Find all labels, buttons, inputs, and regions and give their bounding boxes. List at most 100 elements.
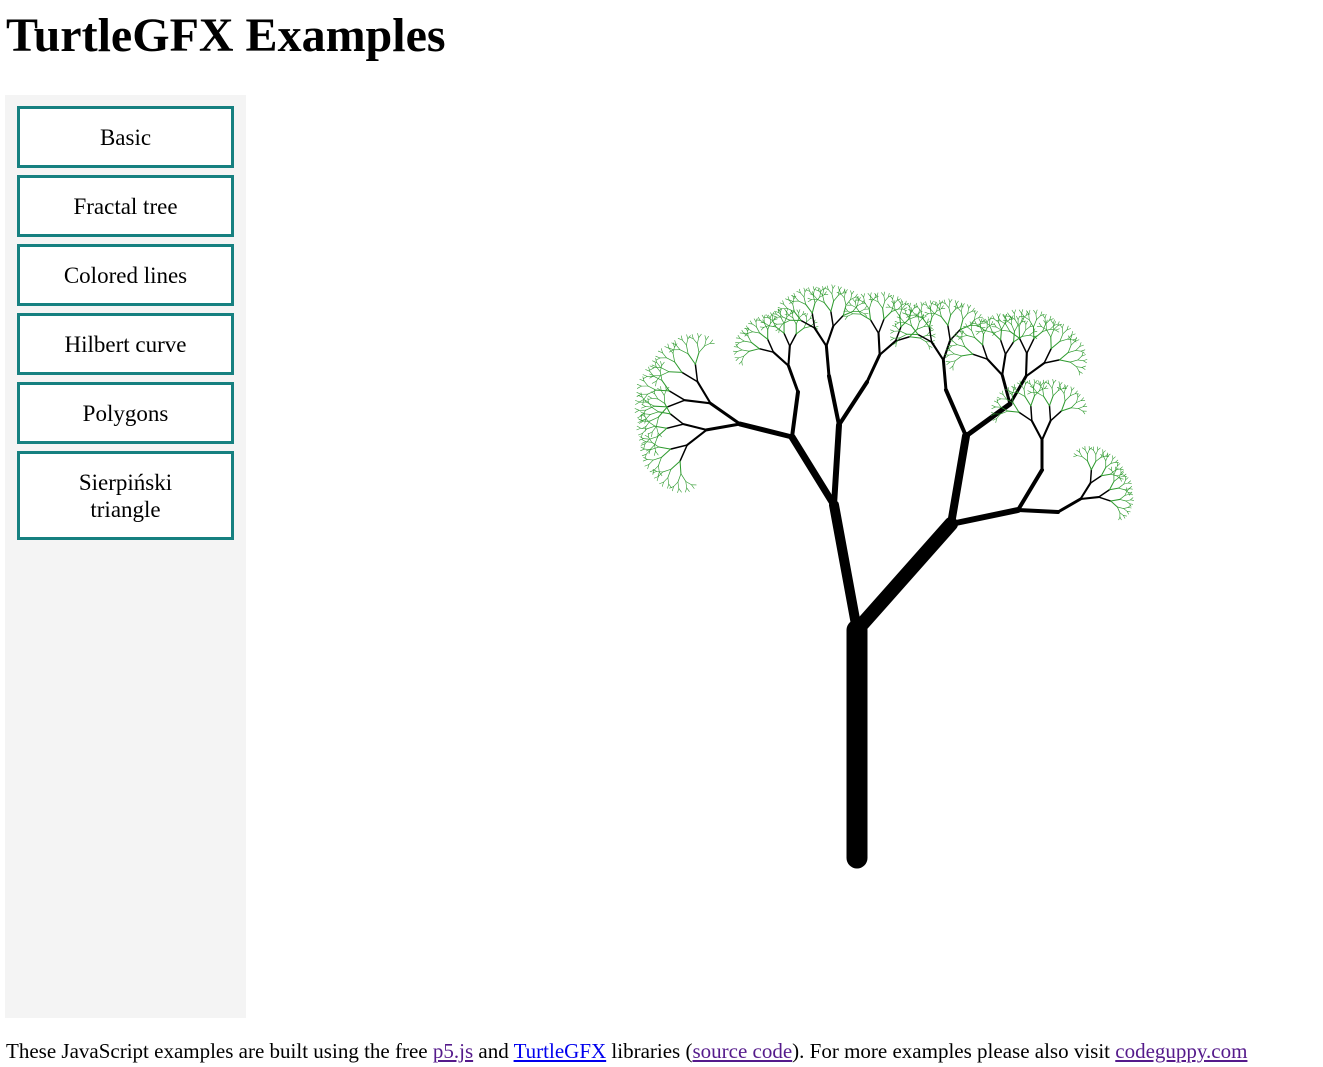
tree-leaf [1055,328,1060,331]
tree-leaf [747,335,752,343]
tree-leaf [755,326,761,334]
tree-leaf [659,365,662,373]
tree-leaf [761,314,765,319]
tree-leaf [882,307,885,320]
tree-leaf [1000,329,1011,332]
tree-branch [830,310,834,327]
tree-leaf [968,304,972,309]
tree-leaf [1076,366,1083,368]
tree-leaf [1025,320,1028,325]
tree-leaf [864,305,867,310]
tree-leaf [1080,397,1084,401]
colored-lines-button-label: Colored lines [63,262,188,288]
tree-leaf [1014,324,1019,332]
fractal-tree-button[interactable]: Fractal tree [17,175,234,237]
tree-branch [1097,489,1111,498]
tree-leaf [660,448,672,458]
tree-leaf [893,300,896,305]
tree-leaf [962,331,968,336]
tree-leaf [1119,516,1122,521]
sierpinski-triangle-button[interactable]: Sierpiński triangle [17,451,234,540]
tree-leaf [855,302,857,309]
tree-leaf [995,329,1002,333]
tree-leaf [903,307,908,310]
colored-lines-button[interactable]: Colored lines [17,244,234,306]
tree-branch [1030,405,1033,422]
tree-leaf [661,361,665,366]
tree-leaf [884,296,889,302]
tree-leaf [1035,309,1038,315]
source-code-link[interactable]: source code [692,1039,792,1063]
tree-leaf [1052,319,1055,324]
basic-button-label: Basic [99,124,152,150]
tree-leaf [748,348,760,352]
tree-branch [783,332,791,347]
tree-leaf [804,313,807,318]
tree-leaf [847,313,854,317]
tree-leaf [1053,325,1059,330]
tree-leaf [1081,367,1086,370]
tree-leaf [1075,350,1082,352]
tree-branch [865,353,882,384]
tree-leaf [1021,312,1025,318]
tree-leaf [637,385,642,389]
tree-branch [686,428,708,447]
tree-branch [944,388,968,438]
tree-leaf [661,379,670,392]
tree-leaf [996,398,1002,401]
tree-leaf [945,360,951,363]
p5js-link[interactable]: p5.js [433,1039,473,1063]
tree-leaf [675,344,681,350]
tree-leaf [1078,406,1084,409]
tree-leaf [1017,315,1021,320]
tree-leaf [900,318,909,328]
tree-leaf [1077,359,1084,362]
tree-branch [827,374,841,427]
tree-leaf [652,457,662,461]
tree-branch [999,339,1007,356]
tree-leaf [1061,327,1064,335]
footer-text-1: These JavaScript examples are built usin… [6,1039,433,1063]
tree-leaf [677,488,680,494]
tree-leaf [904,322,912,327]
tree-leaf [822,289,824,296]
tree-branch [1089,468,1093,484]
tree-leaf [1069,359,1079,363]
tree-branch [696,380,712,405]
tree-leaf [656,426,659,434]
tree-leaf [647,385,657,391]
codeguppy-link[interactable]: codeguppy.com [1115,1039,1247,1063]
tree-leaf [948,298,951,303]
tree-leaf [1117,463,1121,467]
tree-leaf [1011,324,1015,332]
tree-leaf [667,468,672,479]
tree-leaf [1127,504,1131,508]
tree-leaf [924,311,929,314]
tree-leaf [1081,447,1086,451]
tree-leaf [635,401,640,405]
tree-branch [1056,497,1083,514]
tree-leaf [949,299,953,303]
tree-leaf [1084,449,1088,455]
tree-leaf [679,349,689,355]
basic-button[interactable]: Basic [17,106,234,168]
tree-leaf [1007,410,1020,413]
polygons-button[interactable]: Polygons [17,382,234,444]
tree-leaf [1064,395,1071,402]
tree-leaf [838,286,842,291]
tree-branch [786,364,800,394]
tree-leaf [647,397,653,401]
hilbert-curve-button[interactable]: Hilbert curve [17,313,234,375]
tree-leaf [1043,379,1045,385]
tree-leaf [697,333,699,338]
tree-leaf [685,481,687,489]
tree-leaf [925,341,930,347]
tree-branch [1004,341,1015,356]
tree-leaf [900,318,905,323]
tree-leaf [643,393,648,400]
tree-leaf [640,448,645,452]
tree-leaf [807,299,812,303]
tree-leaf [805,303,813,314]
turtlegfx-link[interactable]: TurtleGFX [514,1039,607,1063]
tree-branch [1016,468,1044,512]
